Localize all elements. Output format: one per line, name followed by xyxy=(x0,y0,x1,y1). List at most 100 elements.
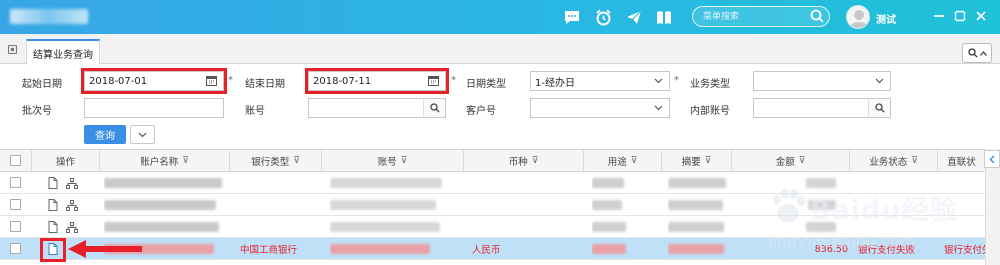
col-bank-type[interactable]: 银行类型 ⊽ xyxy=(230,150,322,172)
query-button[interactable]: 查询 xyxy=(84,125,126,144)
book-icon[interactable] xyxy=(655,8,673,26)
document-icon[interactable] xyxy=(48,216,62,238)
chevron-left-icon xyxy=(989,155,995,163)
internal-account-input[interactable] xyxy=(758,101,867,115)
select-all-checkbox[interactable] xyxy=(10,155,21,166)
redacted-purpose xyxy=(592,194,652,216)
filter-icon[interactable]: ⊽ xyxy=(182,156,189,166)
start-date-field[interactable] xyxy=(81,68,227,94)
redacted-summary xyxy=(668,216,728,238)
user-name[interactable]: 测试 xyxy=(876,11,896,26)
menu-search-input[interactable] xyxy=(703,9,803,24)
bank-type-cell: 中国工商银行 xyxy=(240,245,298,256)
filter-icon[interactable]: ⊽ xyxy=(631,156,638,166)
batch-no-input[interactable] xyxy=(84,98,224,118)
business-type-label: 业务类型 xyxy=(690,79,730,90)
search-icon[interactable] xyxy=(423,99,445,117)
batch-no-value[interactable] xyxy=(89,101,200,115)
baidu-paw-logo xyxy=(773,189,805,222)
toggle-search-button[interactable] xyxy=(962,43,992,63)
row-checkbox[interactable] xyxy=(10,199,21,210)
calendar-icon[interactable] xyxy=(206,75,217,89)
alarm-icon[interactable] xyxy=(594,8,612,26)
required-mark: * xyxy=(451,75,456,86)
filter-icon[interactable]: ⊽ xyxy=(532,156,539,166)
col-purpose[interactable]: 用途 ⊽ xyxy=(584,150,662,172)
filter-icon[interactable]: ⊽ xyxy=(705,156,712,166)
tab-menu-icon[interactable] xyxy=(8,45,17,54)
document-icon[interactable] xyxy=(48,172,62,194)
redacted-account-no xyxy=(330,238,460,260)
account-no-field[interactable] xyxy=(308,98,446,118)
end-date-input[interactable] xyxy=(313,74,422,88)
restore-icon[interactable] xyxy=(953,9,967,23)
col-currency[interactable]: 币种 ⊽ xyxy=(464,150,584,172)
col-amount[interactable]: 金额 ⊽ xyxy=(732,150,850,172)
annotation-highlight-box xyxy=(40,238,66,262)
col-summary[interactable]: 摘要 ⊽ xyxy=(662,150,732,172)
redacted-purpose xyxy=(592,172,652,194)
internal-account-field[interactable] xyxy=(753,98,891,118)
org-tree-icon[interactable] xyxy=(66,172,80,194)
redacted-account-no xyxy=(330,216,460,238)
redacted-account-no xyxy=(330,194,460,216)
avatar[interactable] xyxy=(846,5,870,29)
watermark-url: jingyan.baidu.com xyxy=(768,232,916,251)
customer-no-value[interactable] xyxy=(535,101,646,115)
col-business-status[interactable]: 业务状态 ⊽ xyxy=(850,150,938,172)
expand-columns-button[interactable] xyxy=(984,150,1000,168)
minimize-icon[interactable] xyxy=(932,9,946,23)
row-checkbox[interactable] xyxy=(10,221,21,232)
redacted-purpose xyxy=(592,216,652,238)
redacted-summary xyxy=(668,238,728,260)
search-icon[interactable] xyxy=(868,99,890,117)
search-icon xyxy=(967,48,978,58)
redacted-account-name xyxy=(104,172,224,194)
annotation-arrow-icon xyxy=(68,240,142,258)
filter-icon[interactable]: ⊽ xyxy=(911,156,918,166)
date-type-label: 日期类型 xyxy=(466,79,506,90)
chevron-down-icon[interactable] xyxy=(875,76,884,87)
col-direct-status[interactable]: 直联状 xyxy=(938,150,985,172)
row-checkbox[interactable] xyxy=(10,243,21,254)
col-account-no[interactable]: 账号 ⊽ xyxy=(322,150,464,172)
search-icon[interactable] xyxy=(810,9,824,26)
org-tree-icon[interactable] xyxy=(66,194,80,216)
org-tree-icon[interactable] xyxy=(66,216,80,238)
filter-icon[interactable]: ⊽ xyxy=(293,156,300,166)
chat-icon[interactable] xyxy=(563,8,581,26)
col-account-name[interactable]: 账户名称 ⊽ xyxy=(100,150,230,172)
tab-settlement-query[interactable]: 结算业务查询 xyxy=(26,39,100,65)
account-no-input[interactable] xyxy=(313,101,422,115)
more-filters-button[interactable] xyxy=(130,125,155,144)
header-select-all[interactable] xyxy=(0,150,32,172)
top-bar: 测试 xyxy=(0,0,1000,34)
end-date-field[interactable] xyxy=(305,68,449,94)
business-type-value[interactable] xyxy=(758,74,867,88)
chevron-down-icon xyxy=(138,132,147,137)
date-type-select[interactable] xyxy=(530,71,670,91)
calendar-icon[interactable] xyxy=(428,75,439,89)
business-type-select[interactable] xyxy=(753,71,891,91)
customer-no-label: 客户号 xyxy=(466,106,496,117)
filter-icon[interactable]: ⊽ xyxy=(799,156,806,166)
col-operation: 操作 xyxy=(32,150,100,172)
required-mark: * xyxy=(228,75,233,86)
baidu-watermark: Baidu经验 jingyan.baidu.com xyxy=(768,186,988,258)
send-icon[interactable] xyxy=(625,8,643,26)
redacted-account-name xyxy=(104,216,224,238)
chevron-down-icon[interactable] xyxy=(654,103,663,114)
close-icon[interactable] xyxy=(974,9,988,23)
end-date-label: 结束日期 xyxy=(245,79,285,90)
chevron-down-icon[interactable] xyxy=(654,76,663,87)
row-checkbox[interactable] xyxy=(10,177,21,188)
document-icon[interactable] xyxy=(48,194,62,216)
date-type-value[interactable] xyxy=(535,74,646,88)
customer-no-select[interactable] xyxy=(530,98,670,118)
start-date-input[interactable] xyxy=(89,74,200,88)
menu-search[interactable] xyxy=(692,6,830,27)
watermark-brand: Baidu经验 xyxy=(810,195,958,226)
redacted-summary xyxy=(668,172,728,194)
filter-icon[interactable]: ⊽ xyxy=(401,156,408,166)
table-header: 操作 账户名称 ⊽ 银行类型 ⊽ 账号 ⊽ 币种 ⊽ 用途 ⊽ 摘要 ⊽ 金额 ⊽ 业务状态 ⊽… xyxy=(0,150,985,172)
